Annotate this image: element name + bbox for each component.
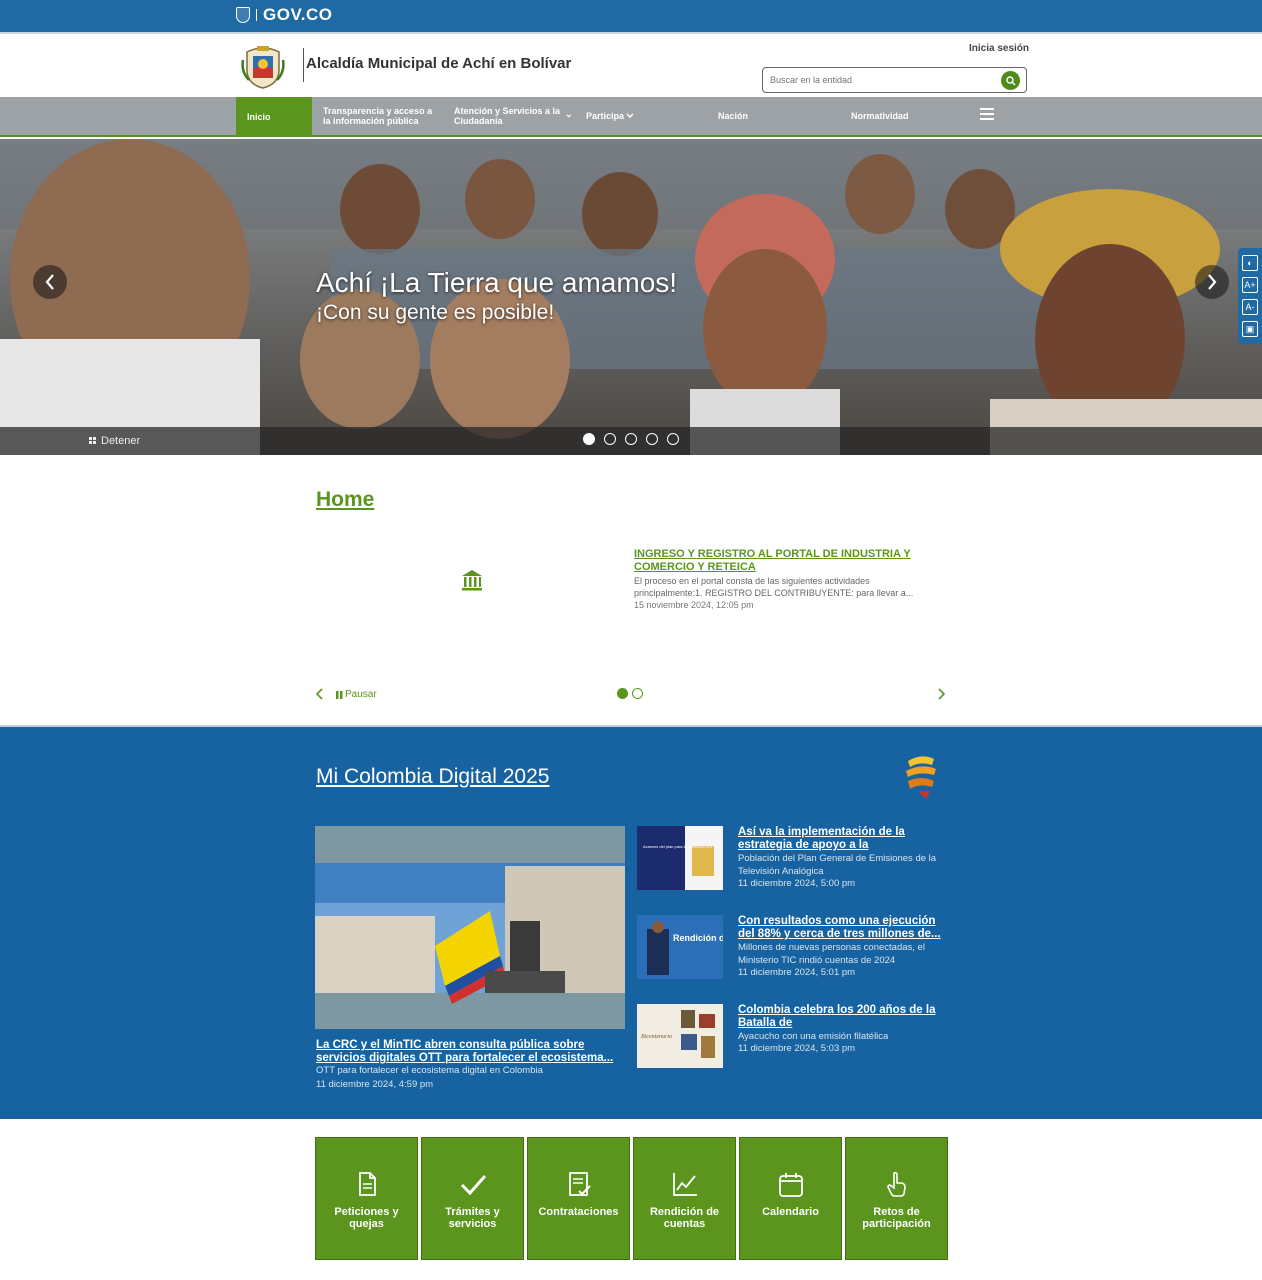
hand-pointer-icon (886, 1171, 906, 1197)
search-button[interactable] (1001, 71, 1020, 90)
home-prev-chevron-icon[interactable] (315, 688, 325, 700)
chevron-left-icon (45, 274, 54, 290)
contrast-icon[interactable]: ◐ (1242, 255, 1258, 271)
hero-stop-button[interactable]: Detener (89, 435, 140, 447)
news-thumbnail[interactable]: Bicentenario (637, 1004, 723, 1068)
tile-contrataciones[interactable]: Contrataciones (527, 1137, 630, 1260)
document-icon (358, 1172, 376, 1196)
hero-next-button[interactable] (1195, 265, 1229, 299)
news-thumbnail[interactable]: Avances del plan para la transición a la… (637, 826, 723, 890)
search-box (762, 67, 1027, 93)
news-title-link[interactable]: INGRESO Y REGISTRO AL PORTAL DE INDUSTRI… (634, 548, 934, 574)
tile-retos-participacion[interactable]: Retos de participación (845, 1137, 948, 1260)
news-item-description: Población del Plan General de Emisiones … (738, 853, 937, 877)
colombia-digital-logo (906, 756, 936, 799)
decrease-text-icon[interactable]: A- (1242, 299, 1258, 315)
increase-text-icon[interactable]: A+ (1242, 277, 1258, 293)
colombia-shield-icon (236, 7, 250, 23)
main-news-date: 11 diciembre 2024, 4:59 pm (316, 1079, 434, 1090)
tile-calendario[interactable]: Calendario (739, 1137, 842, 1260)
colombia-digital-section: Mi Colombia Digital 2025 La CRC y el Min… (0, 727, 1262, 1119)
site-title[interactable]: Alcaldía Municipal de Achí en Bolívar (306, 55, 571, 72)
pause-icon (336, 690, 343, 699)
nav-item-transparencia[interactable]: Transparencia y acceso a la información … (323, 97, 438, 135)
news-item-description: Ayacucho con una emisión filatélica (738, 1031, 889, 1042)
hero-slide-dot[interactable] (667, 433, 679, 445)
news-item-title-link[interactable]: Colombia celebra los 200 años de la Bata… (738, 1004, 948, 1030)
news-description: El proceso en el portal consta de las si… (634, 576, 914, 598)
news-item-title-link[interactable]: Con resultados como una ejecución del 88… (738, 915, 948, 941)
tile-tramites-servicios[interactable]: Trámites y servicios (421, 1137, 524, 1260)
news-item-description: Millones de nuevas personas conectadas, … (738, 942, 925, 966)
hero-controls: Detener (0, 427, 1262, 455)
thumbnail-caption: Bicentenario (641, 1034, 672, 1040)
calendar-icon (778, 1173, 803, 1197)
accessibility-toolbar: ◐ A+ A- ▣ (1238, 248, 1262, 344)
nav-item-nacion[interactable]: Nación (718, 97, 748, 135)
govco-top-bar: GOV.CO (0, 0, 1262, 32)
news-item: Rendición de cuentas Con resultados como… (637, 915, 949, 985)
search-icon (1005, 75, 1015, 85)
pause-icon (89, 437, 96, 444)
nav-item-inicio[interactable]: Inicio (236, 97, 312, 137)
main-news-title-link[interactable]: La CRC y el MinTIC abren consulta públic… (316, 1039, 622, 1065)
chevron-right-icon (1208, 274, 1217, 290)
news-item-title-link[interactable]: Así va la implementación de la estrategi… (738, 826, 948, 852)
thumbnail-caption: Avances del plan para la transición a la… (643, 844, 722, 849)
hero-slide-dot[interactable] (625, 433, 637, 445)
nav-item-atencion[interactable]: Atención y Servicios a la Ciudadanía (454, 97, 572, 135)
hero-slide-dot[interactable] (646, 433, 658, 445)
hamburger-menu-icon[interactable] (980, 108, 994, 122)
center-relevo-icon[interactable]: ▣ (1242, 321, 1258, 337)
news-item: Avances del plan para la transición a la… (637, 826, 949, 896)
home-slide-indicators (617, 688, 643, 699)
main-navigation: Inicio Transparencia y acceso a la infor… (0, 97, 1262, 137)
hero-carousel: Achí ¡La Tierra que amamos! ¡Con su gent… (0, 139, 1262, 455)
news-item-date: 11 diciembre 2024, 5:00 pm (738, 878, 856, 889)
home-pause-button[interactable]: Pausar (336, 689, 377, 700)
govco-brand: GOV.CO (263, 5, 333, 24)
tile-rendicion-cuentas[interactable]: Rendición de cuentas (633, 1137, 736, 1260)
chevron-down-icon (626, 113, 634, 119)
check-icon (460, 1175, 486, 1196)
chevron-down-icon (566, 114, 572, 118)
nav-item-normatividad[interactable]: Normatividad (851, 97, 909, 135)
home-slide-dot[interactable] (632, 688, 643, 699)
main-news-description: OTT para fortalecer el ecosistema digita… (316, 1065, 543, 1076)
municipal-coat-of-arms-logo[interactable] (241, 42, 285, 90)
news-thumbnail[interactable]: Rendición de cuentas (637, 915, 723, 979)
news-date: 15 noviembre 2024, 12:05 pm (634, 600, 754, 610)
home-next-chevron-icon[interactable] (936, 688, 946, 700)
news-item-date: 11 diciembre 2024, 5:03 pm (738, 1043, 856, 1054)
home-slide-dot[interactable] (617, 688, 628, 699)
hero-slide-indicators (583, 433, 679, 445)
search-input[interactable] (770, 73, 990, 87)
colombia-digital-title[interactable]: Mi Colombia Digital 2025 (316, 765, 549, 789)
hero-title: Achí ¡La Tierra que amamos! (316, 267, 678, 298)
home-section-title: Home (316, 488, 375, 511)
news-item-date: 11 diciembre 2024, 5:01 pm (738, 967, 856, 978)
govco-brand-link[interactable]: GOV.CO (236, 5, 332, 25)
hero-slide-dot[interactable] (604, 433, 616, 445)
news-item: Bicentenario Colombia celebra los 200 añ… (637, 1004, 949, 1074)
clipboard-check-icon (568, 1172, 591, 1196)
login-link[interactable]: Inicia sesión (969, 43, 1029, 54)
thumbnail-caption: Rendición de cuentas (673, 933, 723, 943)
tile-peticiones-quejas[interactable]: Peticiones y quejas (315, 1137, 418, 1260)
nav-item-participa[interactable]: Participa (586, 97, 634, 135)
hero-prev-button[interactable] (33, 265, 67, 299)
chart-line-icon (672, 1173, 697, 1196)
hero-subtitle: ¡Con su gente es posible! (316, 301, 555, 324)
main-news-image[interactable] (315, 826, 625, 1029)
government-building-icon (462, 570, 482, 591)
hero-slide-dot[interactable] (583, 433, 595, 445)
site-header: Alcaldía Municipal de Achí en Bolívar In… (0, 32, 1262, 98)
